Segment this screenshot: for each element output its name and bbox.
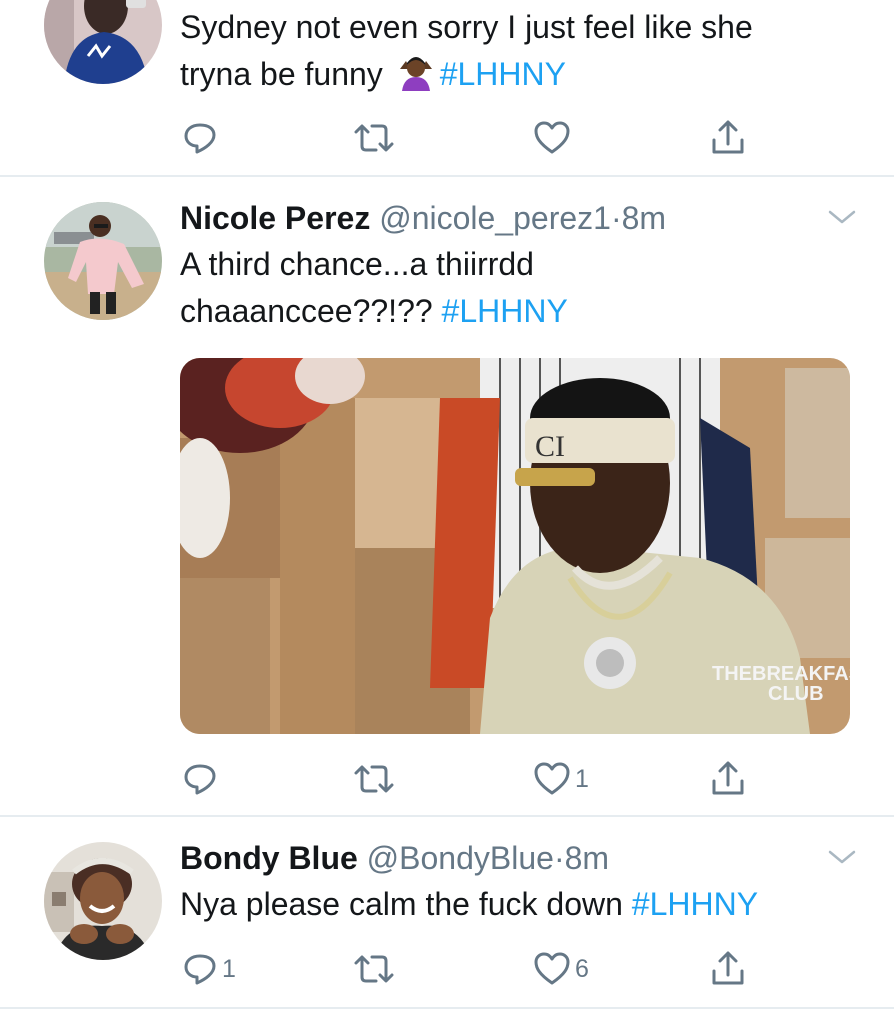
heart-icon bbox=[534, 952, 570, 985]
heart-icon bbox=[534, 121, 570, 154]
tweet-2[interactable]: Nicole Perez @nicole_perez1·8m A third c… bbox=[0, 177, 894, 815]
share-button[interactable] bbox=[708, 949, 748, 989]
user-handle[interactable]: @BondyBlue bbox=[367, 840, 554, 876]
retweet-button[interactable] bbox=[352, 759, 396, 799]
tweet-text-line: Sydney not even sorry I just feel like s… bbox=[180, 9, 753, 45]
tweet-text-line: chaaanccee??!?? bbox=[180, 293, 433, 329]
like-count: 6 bbox=[575, 954, 589, 983]
reply-count: 1 bbox=[222, 954, 236, 983]
divider bbox=[0, 1007, 894, 1009]
tweet-text: A third chance...a thiirrdd chaaanccee??… bbox=[180, 241, 860, 335]
tweet-1[interactable]: Sydney not even sorry I just feel like s… bbox=[0, 0, 894, 175]
tweet-actions bbox=[0, 118, 894, 158]
tweet-actions: 1 6 bbox=[0, 949, 894, 989]
retweet-icon bbox=[354, 765, 394, 793]
tweet-media-image[interactable]: THEBREAKFAST CLUB CI bbox=[180, 358, 850, 734]
reply-button[interactable] bbox=[182, 759, 218, 799]
separator-dot: · bbox=[553, 840, 565, 876]
tweet-header: Bondy Blue @BondyBlue·8m bbox=[180, 839, 609, 877]
reply-button[interactable]: 1 bbox=[182, 949, 236, 989]
reply-icon bbox=[184, 123, 216, 154]
watermark-text: THEBREAKFAST bbox=[712, 663, 850, 685]
share-icon bbox=[712, 761, 744, 795]
headband-text: CI bbox=[535, 430, 565, 463]
tweet-header: Nicole Perez @nicole_perez1·8m bbox=[180, 199, 666, 237]
tweet-timestamp[interactable]: 8m bbox=[622, 200, 666, 236]
share-button[interactable] bbox=[708, 118, 748, 158]
tweet-text: Sydney not even sorry I just feel like s… bbox=[180, 4, 860, 98]
avatar[interactable] bbox=[44, 202, 162, 320]
like-button[interactable]: 1 bbox=[533, 759, 589, 799]
hashtag-link[interactable]: #LHHNY bbox=[442, 293, 568, 329]
display-name[interactable]: Nicole Perez bbox=[180, 200, 370, 236]
chevron-down-icon[interactable] bbox=[826, 847, 858, 867]
like-button[interactable] bbox=[533, 118, 571, 158]
tweet-timestamp[interactable]: 8m bbox=[565, 840, 609, 876]
tweet-actions: 1 bbox=[0, 759, 894, 799]
hashtag-link[interactable]: #LHHNY bbox=[440, 56, 566, 92]
avatar[interactable] bbox=[44, 0, 162, 84]
avatar[interactable] bbox=[44, 842, 162, 960]
tweet-3[interactable]: Bondy Blue @BondyBlue·8m Nya please calm… bbox=[0, 817, 894, 1007]
heart-icon bbox=[534, 762, 570, 795]
separator-dot: · bbox=[610, 200, 622, 236]
display-name[interactable]: Bondy Blue bbox=[180, 840, 358, 876]
like-button[interactable]: 6 bbox=[533, 949, 589, 989]
retweet-button[interactable] bbox=[352, 118, 396, 158]
reply-icon bbox=[184, 764, 216, 795]
retweet-button[interactable] bbox=[352, 949, 396, 989]
user-handle[interactable]: @nicole_perez1 bbox=[379, 200, 611, 236]
tweet-text-line: Nya please calm the fuck down bbox=[180, 886, 623, 922]
person-shrugging-emoji bbox=[396, 55, 436, 91]
share-icon bbox=[712, 951, 744, 985]
share-icon bbox=[712, 120, 744, 154]
share-button[interactable] bbox=[708, 759, 748, 799]
watermark-text: CLUB bbox=[768, 683, 824, 705]
tweet-text-line: A third chance...a thiirrdd bbox=[180, 246, 534, 282]
retweet-icon bbox=[354, 955, 394, 983]
like-count: 1 bbox=[575, 764, 589, 793]
chevron-down-icon[interactable] bbox=[826, 207, 858, 227]
reply-button[interactable] bbox=[182, 118, 218, 158]
tweet-text-line: tryna be funny bbox=[180, 56, 383, 92]
reply-icon bbox=[184, 954, 216, 985]
retweet-icon bbox=[354, 124, 394, 152]
hashtag-link[interactable]: #LHHNY bbox=[632, 886, 758, 922]
tweet-text: Nya please calm the fuck down #LHHNY bbox=[180, 881, 860, 928]
